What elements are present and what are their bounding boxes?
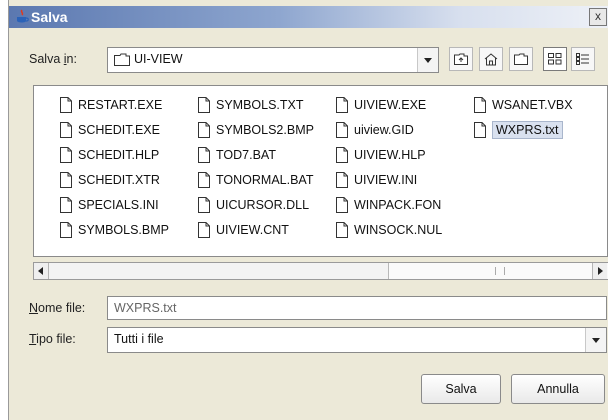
scrollbar-thumb[interactable] <box>388 263 608 279</box>
file-name: WINPACK.FON <box>354 197 442 212</box>
file-item[interactable]: SCHEDIT.HLP <box>60 142 169 167</box>
save-in-value: UI-VIEW <box>134 52 183 66</box>
file-item[interactable]: RESTART.EXE <box>60 92 169 117</box>
file-name: SCHEDIT.HLP <box>78 147 160 162</box>
file-name: SYMBOLS.TXT <box>216 97 304 112</box>
scroll-left-button[interactable] <box>34 263 49 279</box>
file-item[interactable]: SCHEDIT.XTR <box>60 167 169 192</box>
home-icon <box>484 52 498 65</box>
up-one-level-button[interactable] <box>449 47 473 71</box>
folder-icon <box>114 53 130 66</box>
file-item[interactable]: WSANET.VBX <box>474 92 573 117</box>
document-icon <box>336 121 348 138</box>
file-item[interactable]: SYMBOLS.TXT <box>198 92 314 117</box>
document-icon <box>60 221 72 238</box>
scrollbar-grip-icon <box>495 267 505 275</box>
file-name: SYMBOLS.BMP <box>78 222 169 237</box>
document-icon <box>336 146 348 163</box>
document-icon <box>198 121 210 138</box>
details-view-button[interactable] <box>571 47 595 71</box>
file-column: RESTART.EXE SCHEDIT.EXE SCHEDIT.HLP SCHEDIT… <box>60 92 169 242</box>
document-icon <box>60 196 72 213</box>
file-item[interactable]: UIVIEW.EXE <box>336 92 442 117</box>
file-column: UIVIEW.EXE uiview.GID UIVIEW.HLP UIVIEW.INI… <box>336 92 442 242</box>
file-name: SCHEDIT.XTR <box>78 172 160 187</box>
file-item[interactable]: WINPACK.FON <box>336 192 442 217</box>
document-icon <box>198 196 210 213</box>
window-title: Salva <box>31 9 68 25</box>
up-folder-icon <box>454 53 468 65</box>
save-in-combo[interactable]: UI-VIEW <box>107 47 439 73</box>
file-name: SYMBOLS2.BMP <box>216 122 314 137</box>
file-name: UIVIEW.HLP <box>354 147 426 162</box>
file-item[interactable]: SCHEDIT.EXE <box>60 117 169 142</box>
file-item[interactable]: UIVIEW.HLP <box>336 142 442 167</box>
document-icon <box>336 196 348 213</box>
file-item[interactable]: SYMBOLS.BMP <box>60 217 169 242</box>
file-type-dropdown-arrow[interactable] <box>585 328 606 352</box>
file-name: SPECIALS.INI <box>78 197 159 212</box>
file-name: WSANET.VBX <box>492 97 573 112</box>
file-item[interactable]: UIVIEW.INI <box>336 167 442 192</box>
file-list[interactable]: RESTART.EXE SCHEDIT.EXE SCHEDIT.HLP SCHEDIT… <box>33 85 608 257</box>
document-icon <box>336 171 348 188</box>
file-name: TONORMAL.BAT <box>216 172 314 187</box>
file-name: WINSOCK.NUL <box>354 222 443 237</box>
document-icon <box>474 96 486 113</box>
file-item[interactable]: TOD7.BAT <box>198 142 314 167</box>
file-column: SYMBOLS.TXT SYMBOLS2.BMP TOD7.BAT TONORMAL.… <box>198 92 314 242</box>
file-name-value: WXPRS.txt <box>114 301 177 315</box>
document-icon <box>336 221 348 238</box>
horizontal-scrollbar[interactable] <box>33 262 608 280</box>
file-item[interactable]: SYMBOLS2.BMP <box>198 117 314 142</box>
save-dialog: Salva x Salva in: UI-VIEW RESTART.EXE SCH… <box>8 0 608 420</box>
java-cup-icon <box>17 9 29 23</box>
scroll-right-button[interactable] <box>592 263 607 279</box>
file-name: UIVIEW.INI <box>354 172 418 187</box>
new-folder-button[interactable] <box>509 47 533 71</box>
document-icon <box>474 121 486 138</box>
document-icon <box>198 146 210 163</box>
file-item[interactable]: uiview.GID <box>336 117 442 142</box>
file-item[interactable]: WXPRS.txt <box>474 117 573 142</box>
new-folder-icon <box>514 53 528 65</box>
document-icon <box>60 171 72 188</box>
file-name: uiview.GID <box>354 122 414 137</box>
document-icon <box>198 171 210 188</box>
file-type-combo[interactable]: Tutti i file <box>107 327 607 353</box>
file-type-value: Tutti i file <box>114 332 164 346</box>
title-bar[interactable]: Salva x <box>9 6 608 28</box>
file-name: UICURSOR.DLL <box>216 197 310 212</box>
file-item[interactable]: TONORMAL.BAT <box>198 167 314 192</box>
close-button[interactable]: x <box>589 8 607 26</box>
save-in-dropdown-arrow[interactable] <box>417 48 438 72</box>
details-view-icon <box>576 53 589 65</box>
file-item[interactable]: WINSOCK.NUL <box>336 217 442 242</box>
document-icon <box>60 121 72 138</box>
document-icon <box>336 96 348 113</box>
home-button[interactable] <box>479 47 503 71</box>
file-name-input[interactable]: WXPRS.txt <box>107 296 607 320</box>
cancel-button[interactable]: Annulla <box>511 374 605 404</box>
list-view-icon <box>548 53 562 65</box>
file-name-label: Nome file: <box>29 301 86 315</box>
file-column: WSANET.VBX WXPRS.txt <box>474 92 573 142</box>
file-name: UIVIEW.EXE <box>354 97 427 112</box>
file-item[interactable]: SPECIALS.INI <box>60 192 169 217</box>
file-name: RESTART.EXE <box>78 97 163 112</box>
save-in-label: Salva in: <box>29 52 77 66</box>
file-name: UIVIEW.CNT <box>216 222 289 237</box>
list-view-button[interactable] <box>543 47 567 71</box>
file-name: WXPRS.txt <box>492 120 563 139</box>
file-name: SCHEDIT.EXE <box>78 122 160 137</box>
document-icon <box>198 221 210 238</box>
file-item[interactable]: UICURSOR.DLL <box>198 192 314 217</box>
document-icon <box>60 146 72 163</box>
document-icon <box>198 96 210 113</box>
file-type-label: Tipo file: <box>29 332 76 346</box>
save-button[interactable]: Salva <box>421 374 501 404</box>
file-name: TOD7.BAT <box>216 147 276 162</box>
file-item[interactable]: UIVIEW.CNT <box>198 217 314 242</box>
document-icon <box>60 96 72 113</box>
